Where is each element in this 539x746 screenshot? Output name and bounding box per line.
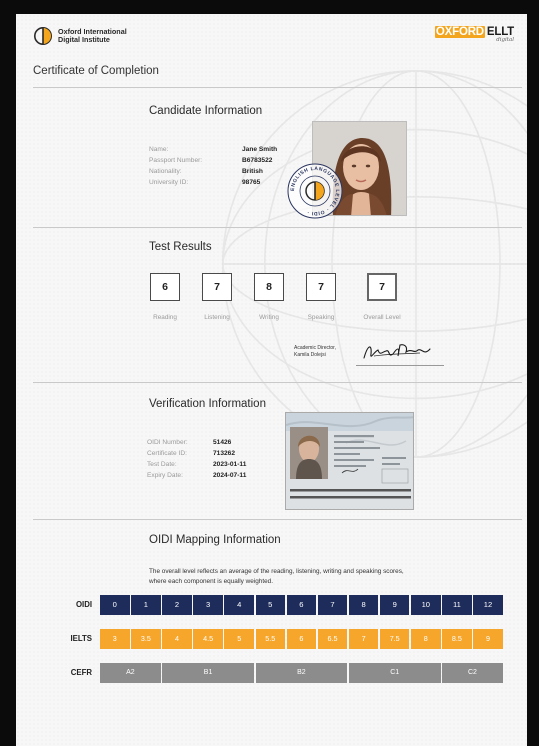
ielts-cell: 7.5 (379, 629, 410, 649)
ielts-cell: 4 (162, 629, 192, 649)
ielts-cell: 5 (224, 629, 254, 649)
listening-label: Listening (204, 314, 230, 321)
candidate-name: Jane Smith (242, 146, 278, 153)
globe-watermark-icon (222, 69, 527, 459)
speaking-score: 7 (306, 273, 336, 301)
oidi-logo-text: Oxford International Digital Institute (58, 28, 127, 44)
divider (33, 519, 522, 520)
field-label: Test Date: (147, 461, 177, 468)
verification-row: Test Date: 2023-01-11 (147, 459, 287, 470)
passport-scan-icon (286, 413, 413, 509)
overall-level-label: Overall Level (363, 314, 401, 321)
oidi-cell: 9 (379, 595, 410, 615)
oidi-cell: 10 (411, 595, 441, 615)
test-results-heading: Test Results (149, 241, 212, 253)
cefr-cell: A2 (100, 663, 161, 683)
candidate-row: University ID: 98765 (149, 177, 299, 188)
ielts-cell: 8 (411, 629, 441, 649)
candidate-row: Passport Number: B6783522 (149, 155, 299, 166)
passport-image (285, 412, 414, 510)
ielts-cell: 7 (348, 629, 379, 649)
field-label: Nationality: (149, 168, 182, 175)
divider (33, 227, 522, 228)
org-name-line2: Digital Institute (58, 35, 110, 44)
field-label: Expiry Date: (147, 472, 183, 479)
certificate-id: 713262 (213, 450, 236, 457)
certificate-page: Oxford International Digital Institute O… (16, 14, 527, 746)
cefr-cell: B2 (255, 663, 348, 683)
oidi-logo-icon (34, 27, 52, 45)
oidi-row-label: OIDI (75, 600, 92, 609)
oidi-cell: 2 (162, 595, 192, 615)
signature-icon (363, 344, 431, 359)
ielts-cell: 4.5 (193, 629, 223, 649)
field-label: Certificate ID: (147, 450, 187, 457)
oidi-cell: 12 (473, 595, 503, 615)
writing-score: 8 (254, 273, 284, 301)
field-label: University ID: (149, 179, 189, 186)
ielts-cell: 8.5 (442, 629, 472, 649)
cefr-cell: C2 (442, 663, 503, 683)
test-date: 2023-01-11 (213, 461, 247, 468)
oidi-logo: Oxford International Digital Institute (33, 26, 127, 46)
brand-oxford: OXFORD (434, 26, 485, 38)
oidi-cell: 6 (286, 595, 317, 615)
verification-heading: Verification Information (149, 398, 266, 410)
candidate-info-heading: Candidate Information (149, 105, 263, 117)
nationality: British (242, 168, 263, 175)
passport-number: B6783522 (242, 157, 273, 164)
ielts-cell: 3 (100, 629, 130, 649)
signer-title: Academic Director, (294, 345, 336, 351)
field-label: Name: (149, 146, 169, 153)
signer-block: Academic Director, Kamila Dolejsi (294, 345, 336, 359)
verification-row: OIDI Number: 51426 (147, 437, 287, 448)
field-label: OIDI Number: (147, 439, 188, 446)
oidi-cell: 11 (442, 595, 472, 615)
verification-info-table: OIDI Number: 51426 Certificate ID: 713262 … (147, 437, 287, 481)
ielts-cell: 6.5 (317, 629, 348, 649)
oidi-cell: 8 (348, 595, 379, 615)
cefr-cell: C1 (348, 663, 441, 683)
oidi-cell: 3 (193, 595, 223, 615)
ielts-cell: 5.5 (255, 629, 286, 649)
expiry-date: 2024-07-11 (213, 472, 247, 479)
cefr-row-label: CEFR (70, 668, 92, 677)
oidi-cell: 5 (255, 595, 286, 615)
writing-label: Writing (259, 314, 279, 321)
oidi-cell: 7 (317, 595, 348, 615)
signature-line (356, 365, 444, 366)
candidate-row: Name: Jane Smith (149, 144, 299, 155)
verification-row: Expiry Date: 2024-07-11 (147, 470, 287, 481)
divider (33, 382, 522, 383)
mapping-heading: OIDI Mapping Information (149, 534, 281, 546)
ielts-cell: 9 (473, 629, 503, 649)
oidi-cell: 0 (100, 595, 130, 615)
divider (33, 87, 522, 88)
ielts-row-label: IELTS (70, 634, 92, 643)
cefr-cell: B1 (162, 663, 254, 683)
language-level-seal-icon: ENGLISH LANGUAGE LEVEL · OIDI · (287, 163, 343, 219)
verification-row: Certificate ID: 713262 (147, 448, 287, 459)
university-id: 98765 (242, 179, 261, 186)
signer-name: Kamila Dolejsi (294, 352, 326, 358)
candidate-row: Nationality: British (149, 166, 299, 177)
reading-label: Reading (153, 314, 177, 321)
ielts-cell: 6 (286, 629, 317, 649)
oidi-number: 51426 (213, 439, 232, 446)
ielts-cell: 3.5 (131, 629, 161, 649)
oidi-cell: 1 (131, 595, 161, 615)
oidi-cell: 4 (224, 595, 254, 615)
reading-score: 6 (150, 273, 180, 301)
field-label: Passport Number: (149, 157, 203, 164)
overall-score: 7 (367, 273, 397, 301)
oxford-ellt-logo: OXFORD ELLT digital (434, 26, 514, 43)
listening-score: 7 (202, 273, 232, 301)
certificate-title: Certificate of Completion (33, 65, 159, 77)
speaking-label: Speaking (307, 314, 335, 321)
mapping-description: The overall level reflects an average of… (149, 568, 404, 585)
candidate-info-table: Name: Jane Smith Passport Number: B6783522… (149, 144, 299, 188)
